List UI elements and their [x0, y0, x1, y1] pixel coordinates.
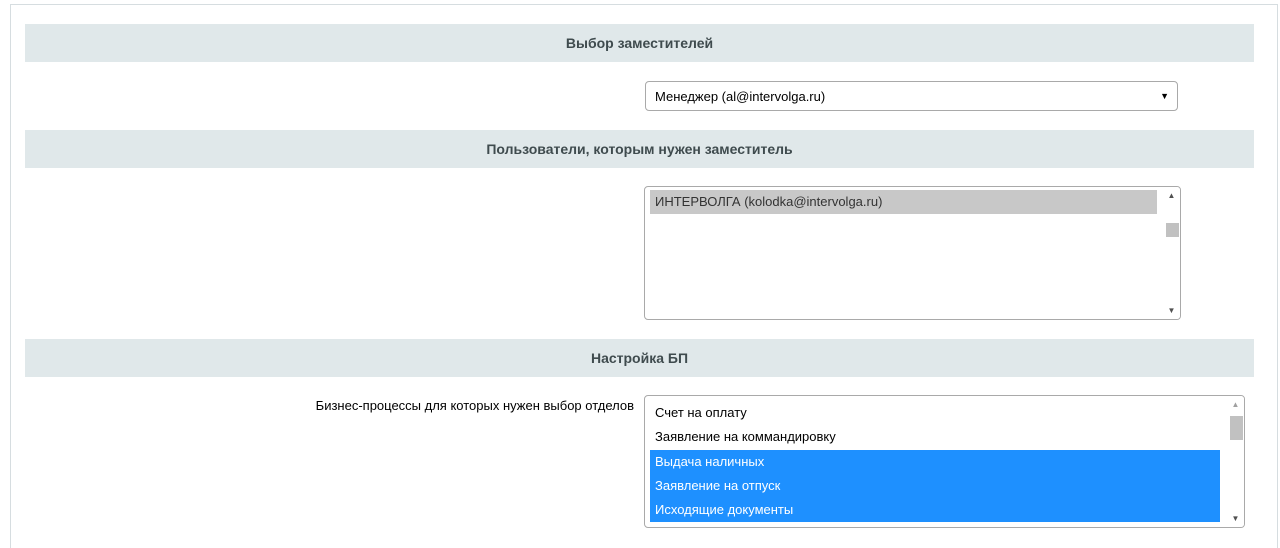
deputies-section-header: Выбор заместителей — [25, 24, 1254, 62]
list-item[interactable]: Счет на оплату — [650, 401, 1220, 425]
users-section-header: Пользователи, которым нужен заместитель — [25, 130, 1254, 168]
bp-section-title: Настройка БП — [590, 350, 689, 366]
scroll-thumb[interactable] — [1230, 416, 1243, 440]
scroll-up-icon[interactable]: ▲ — [1163, 187, 1180, 204]
list-item[interactable]: Заявление на отпуск — [650, 474, 1220, 498]
users-listbox-scrollbar[interactable]: ▲ ▼ — [1163, 187, 1180, 319]
list-item[interactable]: Выдача наличных — [650, 450, 1220, 474]
bp-section-header: Настройка БП — [25, 339, 1254, 377]
list-item[interactable]: Заявление на коммандировку — [650, 425, 1220, 449]
users-section-title: Пользователи, которым нужен заместитель — [486, 141, 793, 157]
list-item[interactable]: Исходящие документы — [650, 498, 1220, 522]
scroll-down-icon[interactable]: ▼ — [1163, 302, 1180, 319]
deputy-select-value: Менеджер (al@intervolga.ru) — [655, 88, 826, 104]
list-item[interactable]: ИНТЕРВОЛГА (kolodka@intervolga.ru) — [650, 190, 1157, 214]
scroll-up-icon[interactable]: ▲ — [1227, 396, 1244, 413]
deputy-select[interactable]: Менеджер (al@intervolga.ru) ▼ — [645, 81, 1178, 111]
bp-field-label: Бизнес-процессы для которых нужен выбор … — [315, 398, 634, 413]
deputies-section-title: Выбор заместителей — [565, 35, 714, 51]
settings-page: Выбор заместителей Менеджер (al@intervol… — [0, 0, 1280, 548]
bp-listbox[interactable]: Счет на оплату Заявление на коммандировк… — [644, 395, 1245, 528]
triangle-down-icon: ▼ — [1160, 91, 1169, 101]
scroll-thumb[interactable] — [1166, 223, 1179, 237]
users-listbox[interactable]: ИНТЕРВОЛГА (kolodka@intervolga.ru) ▲ ▼ — [644, 186, 1181, 320]
scroll-down-icon[interactable]: ▼ — [1227, 510, 1244, 527]
bp-listbox-scrollbar[interactable]: ▲ ▼ — [1227, 396, 1244, 527]
